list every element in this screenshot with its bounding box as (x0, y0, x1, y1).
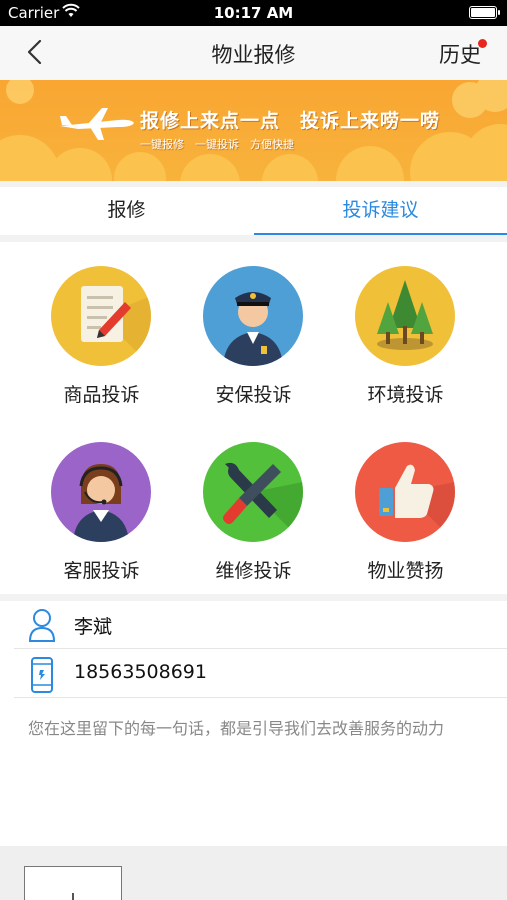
category-label: 商品投诉 (63, 384, 140, 406)
category-environment[interactable]: 环境投诉 (321, 242, 490, 418)
category-security[interactable]: 安保投诉 (169, 242, 338, 418)
category-label: 环境投诉 (367, 384, 444, 406)
category-label: 物业赞扬 (367, 560, 444, 582)
complaint-category-grid: 商品投诉 安保投诉 环境投诉 客服投诉 维修投诉 物业赞扬 (0, 242, 507, 594)
category-praise[interactable]: 物业赞扬 (321, 418, 490, 594)
category-label: 安保投诉 (215, 384, 292, 406)
name-row[interactable]: 李斌 (14, 601, 507, 649)
customer-service-icon (51, 442, 151, 542)
status-bar: Carrier 10:17 AM (0, 0, 507, 26)
contact-name: 李斌 (74, 616, 113, 638)
category-maintenance[interactable]: 维修投诉 (169, 418, 338, 594)
category-goods[interactable]: 商品投诉 (17, 242, 186, 418)
tab-bar: 报修 投诉建议 (0, 187, 507, 235)
contact-phone: 18563508691 (74, 661, 207, 683)
phone-row[interactable]: 18563508691 (14, 650, 507, 698)
category-label: 维修投诉 (215, 560, 292, 582)
promo-banner: 报修上来点一点 投诉上来唠一唠 一键报修 一键投诉 方便快捷 (0, 80, 507, 181)
banner-subline: 一键报修 一键投诉 方便快捷 (140, 138, 294, 151)
airplane-icon (60, 108, 134, 140)
category-label: 客服投诉 (63, 560, 140, 582)
user-icon (28, 609, 56, 642)
banner-headline: 报修上来点一点 投诉上来唠一唠 (140, 110, 441, 132)
complaint-form: 李斌 18563508691 您在这里留下的每一句话，都是引导我们去改善服务的动… (0, 601, 507, 846)
category-customer-service[interactable]: 客服投诉 (17, 418, 186, 594)
history-button[interactable]: 历史 (439, 39, 481, 69)
page-title: 物业报修 (211, 43, 296, 67)
nav-bar: 物业报修 历史 (0, 26, 507, 80)
battery-icon (469, 6, 500, 19)
thumbs-up-icon (355, 442, 455, 542)
tab-repair[interactable]: 报修 (0, 187, 253, 235)
security-guard-icon (203, 266, 303, 366)
phone-icon (31, 657, 53, 693)
plus-icon (72, 893, 74, 900)
tab-complaints[interactable]: 投诉建议 (254, 187, 507, 235)
add-photo-button[interactable] (24, 866, 122, 900)
notification-dot (478, 39, 487, 48)
trees-icon (355, 266, 455, 366)
message-input[interactable]: 您在这里留下的每一句话，都是引导我们去改善服务的动力 (28, 717, 483, 741)
tools-icon (203, 442, 303, 542)
document-pen-icon (51, 266, 151, 366)
attachment-area (0, 846, 507, 900)
clock: 10:17 AM (213, 4, 294, 22)
